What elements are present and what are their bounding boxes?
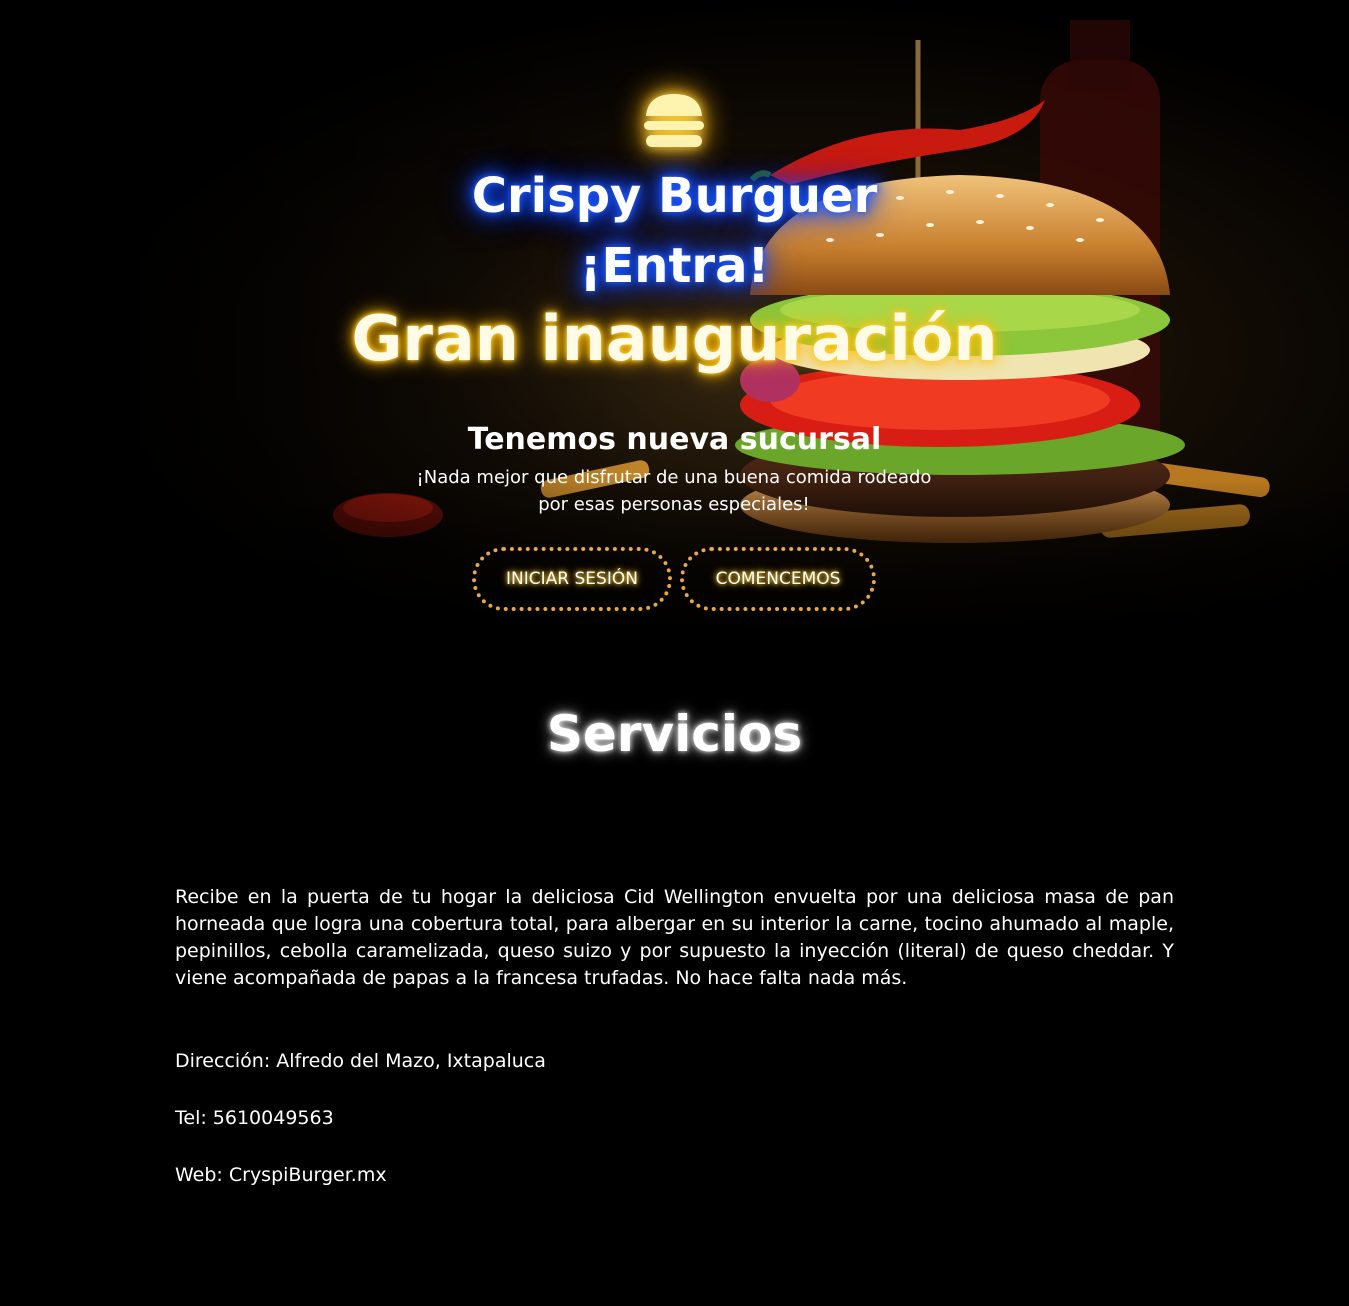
phone-text: Tel: 5610049563	[175, 1107, 334, 1129]
services-title: Servicios	[546, 705, 803, 763]
get-started-button[interactable]: COMENCEMOS	[680, 547, 876, 611]
services-description: Recibe en la puerta de tu hogar la delic…	[175, 886, 1174, 989]
website-text: Web: CryspiBurger.mx	[175, 1164, 387, 1186]
grand-opening-heading: Gran inauguración	[351, 302, 998, 375]
login-button[interactable]: INICIAR SESIÓN	[472, 547, 672, 611]
hero-content: Crispy Burguer ¡Entra! Gran inauguración…	[0, 0, 1349, 640]
enter-heading: ¡Entra!	[579, 238, 770, 294]
hero-description: ¡Nada mejor que disfrutar de una buena c…	[416, 467, 932, 515]
hero-section: Crispy Burguer ¡Entra! Gran inauguración…	[0, 0, 1349, 640]
hero-buttons: INICIAR SESIÓN COMENCEMOS	[0, 547, 1349, 613]
burger-icon	[644, 94, 704, 147]
brand-title: Crispy Burguer	[471, 168, 878, 224]
address-text: Dirección: Alfredo del Mazo, Ixtapaluca	[175, 1050, 546, 1072]
tagline: Tenemos nueva sucursal	[467, 422, 882, 457]
